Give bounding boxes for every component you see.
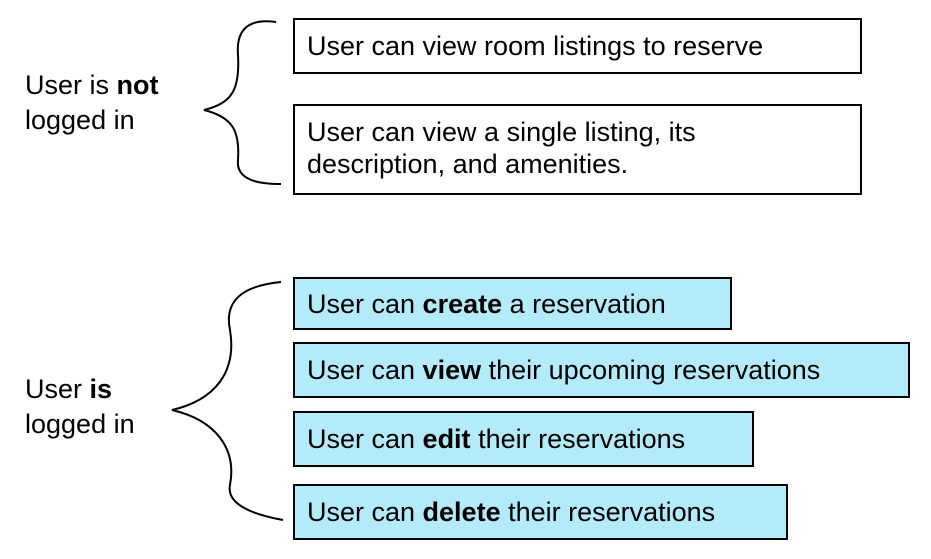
box-create-prefix: User can [307, 288, 423, 319]
box-view-reservations: User can view their upcoming reservation… [293, 342, 910, 398]
box-view-suffix: their upcoming reservations [481, 355, 821, 385]
box-delete-reservations: User can delete their reservations [293, 484, 788, 540]
box-view-room-listings: User can view room listings to reserve [293, 18, 862, 74]
label-not-logged-in-line2: logged in [25, 105, 135, 135]
box-delete-suffix: their reservations [500, 497, 716, 527]
box-create-suffix: a reservation [502, 288, 666, 319]
label-logged-in-bold: is [89, 374, 113, 404]
box-edit-reservations: User can edit their reservations [293, 411, 754, 467]
label-not-logged-in: User is not logged in [25, 68, 159, 138]
label-logged-in: User is logged in [25, 372, 135, 442]
label-logged-in-line2: logged in [25, 409, 135, 439]
brace-not-logged-in [203, 20, 282, 185]
label-not-logged-in-prefix: User is [25, 70, 117, 100]
box-view-bold: view [422, 355, 482, 385]
box-create-bold: create [422, 288, 503, 319]
box-edit-prefix: User can [307, 424, 423, 454]
brace-logged-in [171, 281, 284, 521]
label-logged-in-prefix: User [25, 374, 90, 404]
box-delete-bold: delete [422, 497, 501, 527]
box-delete-prefix: User can [307, 497, 423, 527]
box-create-reservation: User can create a reservation [293, 277, 732, 330]
box-view-single-listing-line2: description, and amenities. [307, 149, 629, 179]
box-edit-bold: edit [422, 424, 471, 454]
box-view-room-listings-text: User can view room listings to reserve [307, 31, 764, 61]
box-edit-suffix: their reservations [470, 424, 686, 454]
box-view-single-listing: User can view a single listing, its desc… [293, 104, 862, 195]
box-view-prefix: User can [307, 355, 423, 385]
box-view-single-listing-line1: User can view a single listing, its [307, 117, 696, 147]
label-not-logged-in-bold: not [116, 70, 159, 100]
